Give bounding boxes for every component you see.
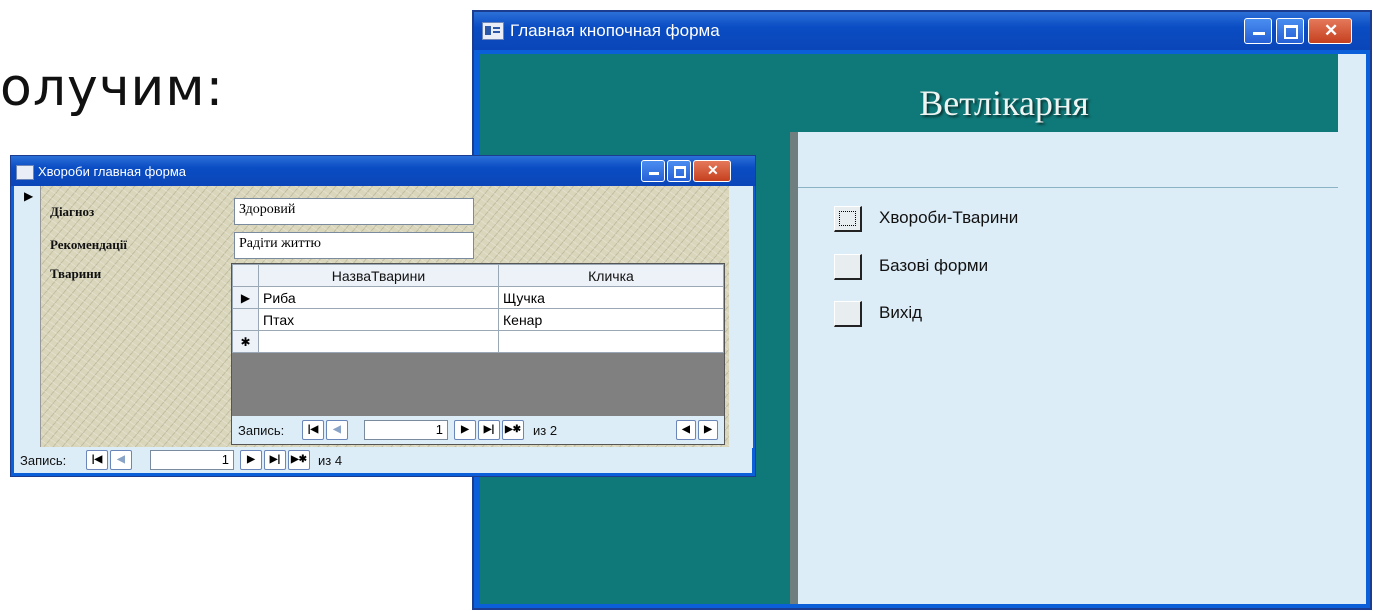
last-record-icon[interactable]: ▶| [478, 420, 500, 440]
next-record-icon[interactable]: ▶ [240, 450, 262, 470]
slide-heading-fragment: олучим: [0, 58, 225, 118]
row-selector[interactable] [232, 308, 259, 331]
cell-nickname-new[interactable] [498, 330, 724, 353]
current-record-icon: ▶ [24, 189, 34, 203]
prev-record-icon[interactable]: ◀ [110, 450, 132, 470]
close-button[interactable]: ✕ [693, 160, 731, 182]
table-row: ▶ Риба Щучка [232, 286, 724, 309]
diseases-form-title: Хвороби главная форма [38, 164, 187, 179]
form-window-icon [16, 165, 34, 180]
close-icon: ✕ [707, 162, 719, 178]
switchboard-titlebar[interactable]: Главная кнопочная форма ✕ [474, 12, 1370, 50]
form-detail-section: Діагноз Здоровий Рекомендації Радіти жит… [41, 186, 729, 448]
panel-shadow [790, 132, 798, 604]
first-record-icon[interactable]: |◀ [302, 420, 324, 440]
new-record-icon[interactable]: ▶✱ [288, 450, 310, 470]
column-header-animal-name[interactable]: НазваТварини [258, 264, 499, 287]
exit-button[interactable] [834, 301, 862, 327]
diseases-form-client: ▶ Діагноз Здоровий Рекомендації Радіти ж… [14, 186, 753, 473]
minimize-icon [649, 172, 659, 175]
vertical-scroll-area [731, 186, 753, 448]
maximize-button[interactable] [667, 160, 691, 182]
subform-nav-label: Запись: [238, 423, 285, 438]
diagnosis-field[interactable]: Здоровий [234, 198, 474, 225]
base-forms-button[interactable] [834, 254, 862, 280]
new-record-row: ✱ [232, 330, 724, 353]
diseases-form-titlebar[interactable]: Хвороби главная форма ✕ [11, 156, 755, 186]
cell-animal-name[interactable]: Птах [258, 308, 499, 331]
next-record-icon[interactable]: ▶ [454, 420, 476, 440]
form-record-count: из 4 [318, 453, 343, 468]
new-record-icon[interactable]: ▶✱ [502, 420, 524, 440]
cell-animal-name-new[interactable] [258, 330, 499, 353]
switchboard-item-label: Хвороби-Тварини [879, 208, 1019, 227]
cell-animal-name[interactable]: Риба [258, 286, 499, 309]
recommendations-field[interactable]: Радіти життю [234, 232, 474, 259]
cell-nickname[interactable]: Щучка [498, 286, 724, 309]
subform-record-number[interactable]: 1 [364, 420, 448, 440]
new-row-icon[interactable]: ✱ [232, 330, 259, 353]
switchboard-window-title: Главная кнопочная форма [510, 21, 720, 40]
recommendations-label: Рекомендації [50, 237, 128, 252]
diseases-form-window: Хвороби главная форма ✕ ▶ Діагноз Здоров… [10, 155, 756, 477]
close-icon: ✕ [1324, 21, 1339, 40]
form-window-icon [482, 22, 504, 40]
form-nav-label: Запись: [20, 453, 67, 468]
minimize-button[interactable] [641, 160, 665, 182]
maximize-button[interactable] [1276, 18, 1304, 44]
diseases-animals-button[interactable] [834, 206, 862, 232]
subform-navigation-bar: Запись: |◀ ◀ 1 ▶ ▶| ▶✱ из 2 ◀ ▶ [232, 416, 724, 444]
animals-datasheet: НазваТварини Кличка ▶ Риба Щучка Птах Ке… [232, 264, 724, 353]
table-row: Птах Кенар [232, 308, 724, 331]
subform-record-count: из 2 [533, 423, 558, 438]
first-record-icon[interactable]: |◀ [86, 450, 108, 470]
diagnosis-label: Діагноз [50, 204, 95, 219]
close-button[interactable]: ✕ [1308, 18, 1352, 44]
scroll-left-icon[interactable]: ◀ [676, 420, 696, 440]
scroll-right-icon[interactable]: ▶ [698, 420, 718, 440]
datasheet-corner[interactable] [232, 264, 259, 287]
column-header-nickname[interactable]: Кличка [498, 264, 724, 287]
current-row-icon[interactable]: ▶ [232, 286, 259, 309]
minimize-button[interactable] [1244, 18, 1272, 44]
animals-label: Тварини [50, 266, 102, 281]
prev-record-icon[interactable]: ◀ [326, 420, 348, 440]
maximize-icon [674, 166, 686, 178]
cell-nickname[interactable]: Кенар [498, 308, 724, 331]
record-selector[interactable]: ▶ [14, 186, 41, 448]
maximize-icon [1284, 25, 1298, 39]
switchboard-item-label: Базові форми [879, 256, 989, 275]
animals-subform: НазваТварини Кличка ▶ Риба Щучка Птах Ке… [231, 263, 725, 445]
divider [798, 187, 1338, 188]
form-record-number[interactable]: 1 [150, 450, 234, 470]
last-record-icon[interactable]: ▶| [264, 450, 286, 470]
minimize-icon [1253, 32, 1265, 35]
app-title: Ветлікарня [919, 83, 1089, 123]
switchboard-item-label: Вихід [879, 303, 923, 322]
form-navigation-bar: Запись: |◀ ◀ 1 ▶ ▶| ▶✱ из 4 [14, 447, 752, 473]
